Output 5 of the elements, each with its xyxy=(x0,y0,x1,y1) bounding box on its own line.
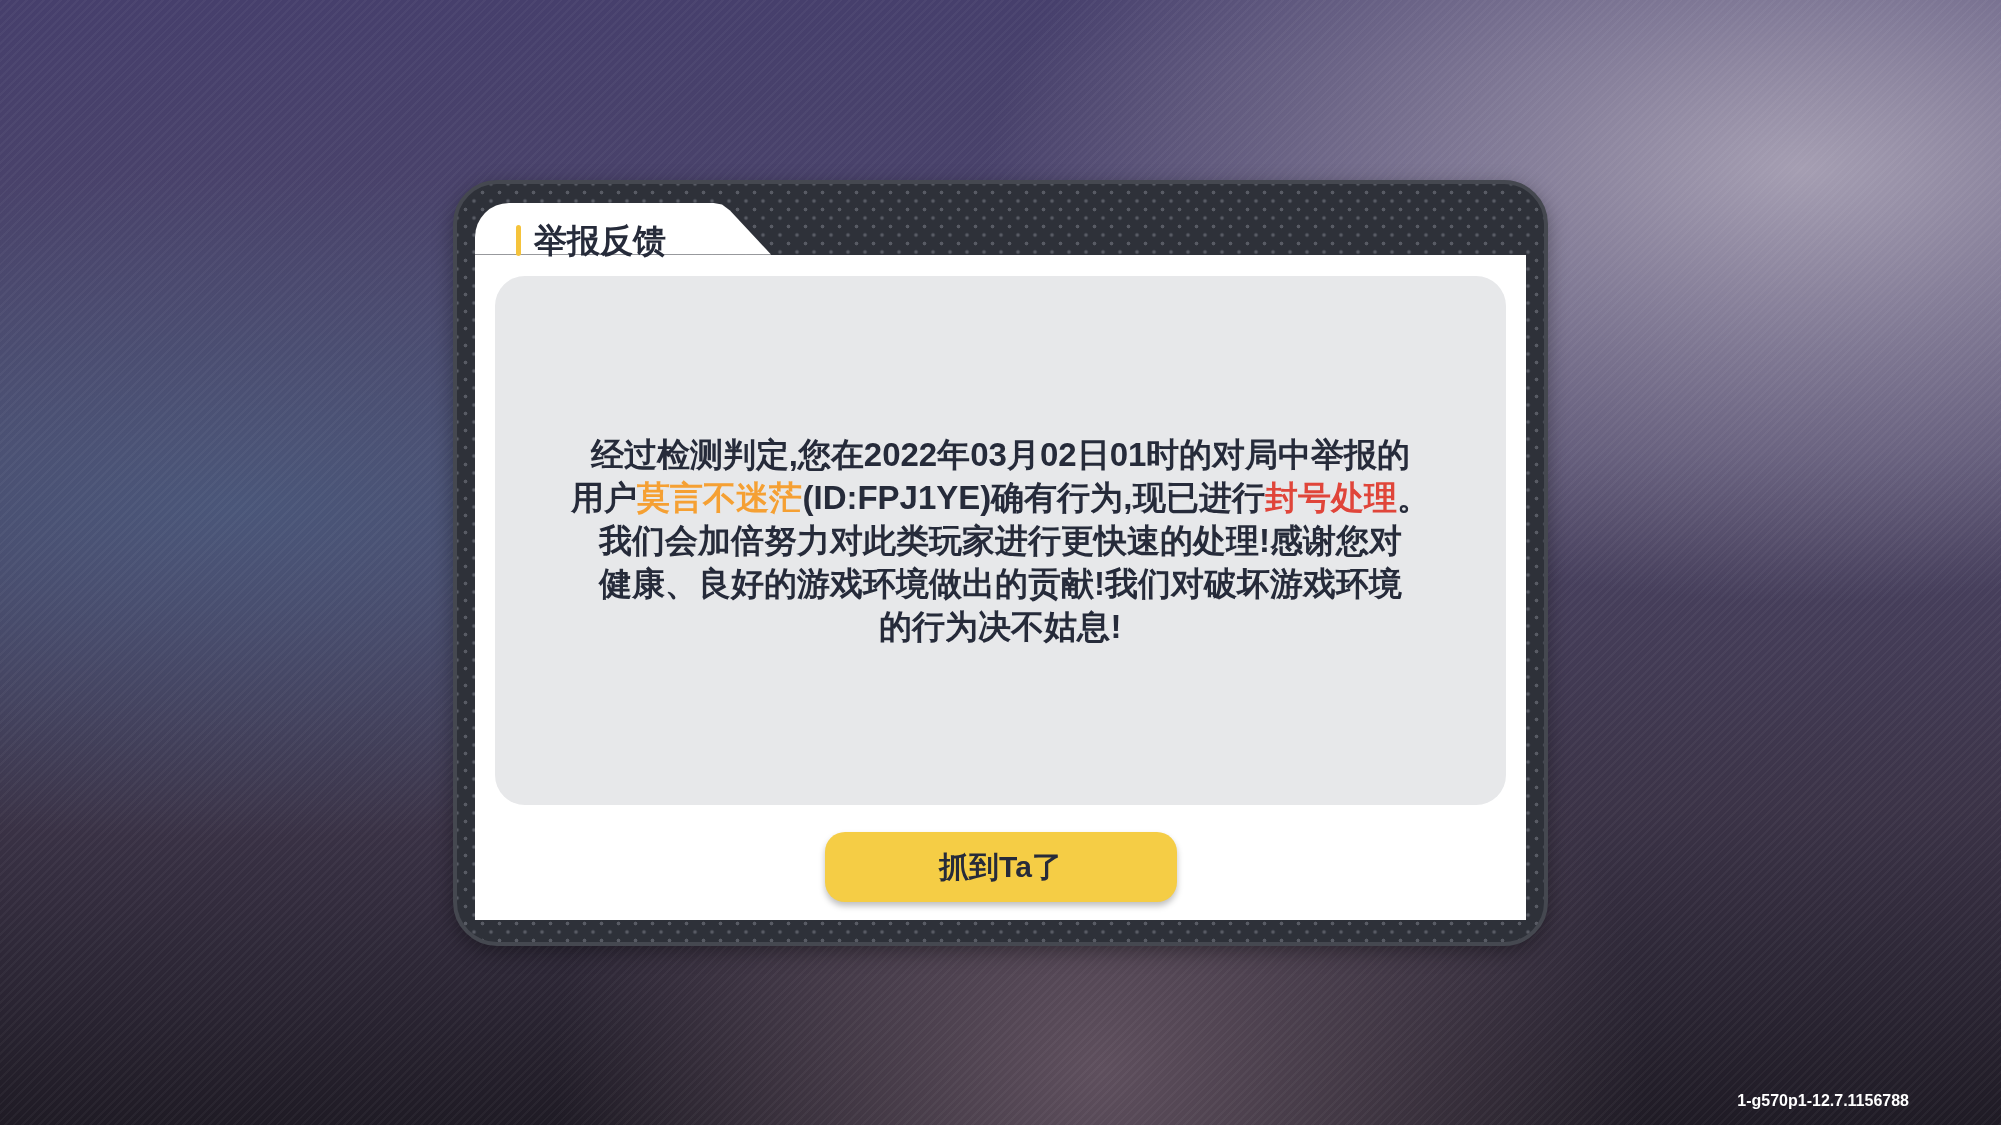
version-label: 1-g570p1-12.7.1156788 xyxy=(1737,1091,1909,1111)
report-result-message: 经过检测判定,您在2022年03月02日01时的对局中举报的 用户莫言不迷茫(ID:FPJ1YE)确有行为,现已进行封号处理。 我们会加倍努力对此类玩家进行更快速的处理!感谢您对 健康、良好的游戏环境做出的贡献!我们对破坏游戏环境 的行为决不姑息! xyxy=(571,434,1430,647)
dialog-title: 举报反馈 xyxy=(534,223,666,257)
title-marker-icon xyxy=(516,224,521,256)
confirm-button[interactable]: 抓到Ta了 xyxy=(824,831,1177,902)
